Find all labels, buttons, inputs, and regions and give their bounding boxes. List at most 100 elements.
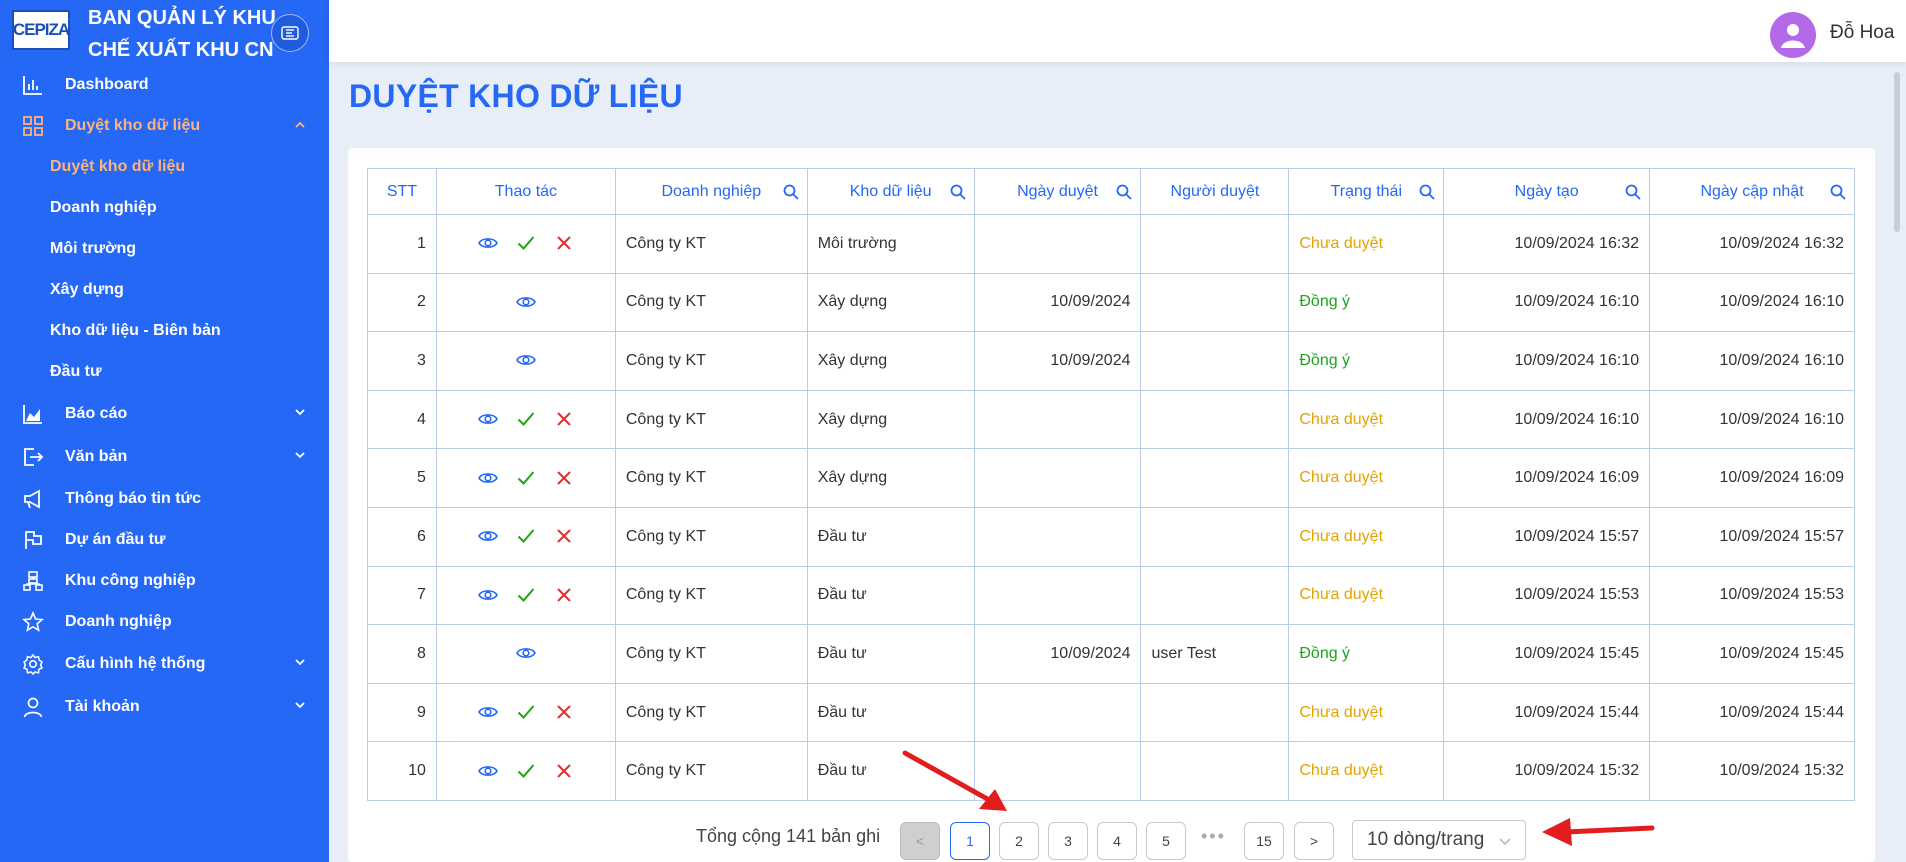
- eye-icon[interactable]: [477, 584, 499, 606]
- cell-stt: 1: [367, 214, 437, 274]
- total-records: Tổng cộng 141 bản ghi: [696, 826, 881, 846]
- row-actions: [515, 349, 537, 371]
- page-button-3[interactable]: 3: [1048, 822, 1088, 860]
- page-size-select[interactable]: 10 dòng/trang: [1352, 820, 1526, 860]
- eye-icon[interactable]: [515, 642, 537, 664]
- cell-updated: 10/09/2024 15:45: [1649, 624, 1855, 684]
- sidebar-item-system-config[interactable]: Cấu hình hệ thống: [0, 642, 329, 685]
- chevron-up-icon: [295, 121, 305, 128]
- close-icon[interactable]: [553, 701, 575, 723]
- sidebar-item-label: Thông báo tin tức: [65, 489, 202, 507]
- row-actions: [477, 525, 575, 547]
- sidebar-item-news[interactable]: Thông báo tin tức: [0, 478, 329, 519]
- eye-icon[interactable]: [477, 760, 499, 782]
- cell-approver: [1140, 331, 1290, 391]
- cell-actions: [435, 448, 616, 508]
- search-icon[interactable]: [1625, 184, 1641, 200]
- cell-approved-date: [973, 565, 1142, 626]
- sidebar-toggle-button[interactable]: [271, 14, 309, 52]
- table-body: 1 Công ty KT Môi trường Chưa duyệt 10/09/202…: [367, 214, 1855, 801]
- eye-icon[interactable]: [477, 408, 499, 430]
- page-scrollbar[interactable]: [1894, 72, 1900, 232]
- sidebar-subitem-enterprise[interactable]: Doanh nghiệp: [0, 187, 329, 228]
- column-header-label: Thao tác: [494, 182, 558, 200]
- cell-actions: [435, 624, 616, 684]
- check-icon[interactable]: [515, 584, 537, 606]
- cell-updated: 10/09/2024 15:44: [1649, 682, 1855, 743]
- close-icon[interactable]: [553, 525, 575, 547]
- close-icon[interactable]: [553, 467, 575, 489]
- megaphone-icon: [20, 486, 46, 512]
- annotation-arrow-down-right: [902, 750, 1007, 811]
- cell-status: Đồng ý: [1288, 624, 1445, 684]
- prev-page-button[interactable]: <: [900, 822, 940, 860]
- close-icon[interactable]: [553, 584, 575, 606]
- eye-icon[interactable]: [515, 349, 537, 371]
- search-icon[interactable]: [1830, 184, 1846, 200]
- page-button-5[interactable]: 5: [1146, 822, 1186, 860]
- column-header-label: Ngày tạo: [1514, 182, 1579, 200]
- column-header-label: Kho dữ liệu: [849, 182, 932, 200]
- sidebar-subitem-data-approval[interactable]: Duyệt kho dữ liệu: [0, 146, 329, 187]
- sidebar-subitem-construction[interactable]: Xây dựng: [0, 269, 329, 310]
- table-row: 7 Công ty KT Đầu tư Chưa duyệt 10/09/2024 15…: [367, 565, 1855, 626]
- check-icon[interactable]: [515, 408, 537, 430]
- close-icon[interactable]: [553, 760, 575, 782]
- sidebar-item-enterprises[interactable]: Doanh nghiệp: [0, 601, 329, 642]
- cell-updated: 10/09/2024 15:57: [1649, 506, 1855, 567]
- sidebar-item-investment-projects[interactable]: Dự án đầu tư: [0, 519, 329, 560]
- column-header-stt: STT: [367, 168, 437, 215]
- cell-stt: 3: [367, 331, 437, 391]
- logo: CEPIZA: [12, 10, 70, 50]
- page-button-1[interactable]: 1: [950, 822, 990, 860]
- cell-status: Chưa duyệt: [1288, 741, 1445, 801]
- username[interactable]: Đỗ Hoa: [1830, 22, 1894, 44]
- cell-created: 10/09/2024 15:45: [1443, 624, 1651, 684]
- table-row: 8 Công ty KT Đầu tư 10/09/2024 user Test Đồng…: [367, 624, 1855, 684]
- cell-enterprise: Công ty KT: [614, 448, 808, 508]
- cell-data-store: Xây dựng: [806, 272, 975, 333]
- page-button-2[interactable]: 2: [999, 822, 1039, 860]
- close-icon[interactable]: [553, 232, 575, 254]
- page-button-last[interactable]: 15: [1244, 822, 1284, 860]
- cell-stt: 7: [367, 565, 437, 626]
- sidebar-item-data-approval[interactable]: Duyệt kho dữ liệu: [0, 105, 329, 146]
- search-icon[interactable]: [950, 184, 966, 200]
- sidebar-item-dashboard[interactable]: Dashboard: [0, 64, 329, 105]
- eye-icon[interactable]: [477, 525, 499, 547]
- cell-created: 10/09/2024 15:32: [1443, 741, 1651, 801]
- sidebar-item-industrial-zones[interactable]: Khu công nghiệp: [0, 560, 329, 601]
- eye-icon[interactable]: [477, 701, 499, 723]
- cell-status: Chưa duyệt: [1288, 682, 1445, 743]
- cell-updated: 10/09/2024 16:09: [1649, 448, 1855, 508]
- sidebar-subitem-investment[interactable]: Đầu tư: [0, 351, 329, 392]
- close-icon[interactable]: [553, 408, 575, 430]
- eye-icon[interactable]: [477, 467, 499, 489]
- cell-data-store: Đầu tư: [806, 624, 975, 684]
- cell-approver: [1140, 272, 1290, 333]
- sidebar-subitem-records[interactable]: Kho dữ liệu - Biên bản: [0, 310, 329, 351]
- check-icon[interactable]: [515, 232, 537, 254]
- sidebar-subitem-environment[interactable]: Môi trường: [0, 228, 329, 269]
- check-icon[interactable]: [515, 701, 537, 723]
- page-button-4[interactable]: 4: [1097, 822, 1137, 860]
- next-page-button[interactable]: >: [1294, 822, 1334, 860]
- search-icon[interactable]: [1419, 184, 1435, 200]
- sidebar-item-account[interactable]: Tài khoản: [0, 685, 329, 728]
- cell-data-store: Đầu tư: [806, 506, 975, 567]
- sidebar-item-label: Dashboard: [65, 75, 149, 93]
- cell-updated: 10/09/2024 16:32: [1649, 214, 1855, 274]
- check-icon[interactable]: [515, 525, 537, 547]
- check-icon[interactable]: [515, 760, 537, 782]
- search-icon[interactable]: [1116, 184, 1133, 200]
- sidebar-item-documents[interactable]: Văn bản: [0, 435, 329, 478]
- cell-approver: [1140, 741, 1290, 801]
- row-actions: [477, 760, 575, 782]
- pagination-ellipsis[interactable]: •••: [1201, 826, 1226, 847]
- eye-icon[interactable]: [515, 291, 537, 313]
- check-icon[interactable]: [515, 467, 537, 489]
- search-icon[interactable]: [783, 184, 799, 200]
- avatar[interactable]: [1770, 12, 1816, 58]
- sidebar-item-reports[interactable]: Báo cáo: [0, 392, 329, 435]
- eye-icon[interactable]: [477, 232, 499, 254]
